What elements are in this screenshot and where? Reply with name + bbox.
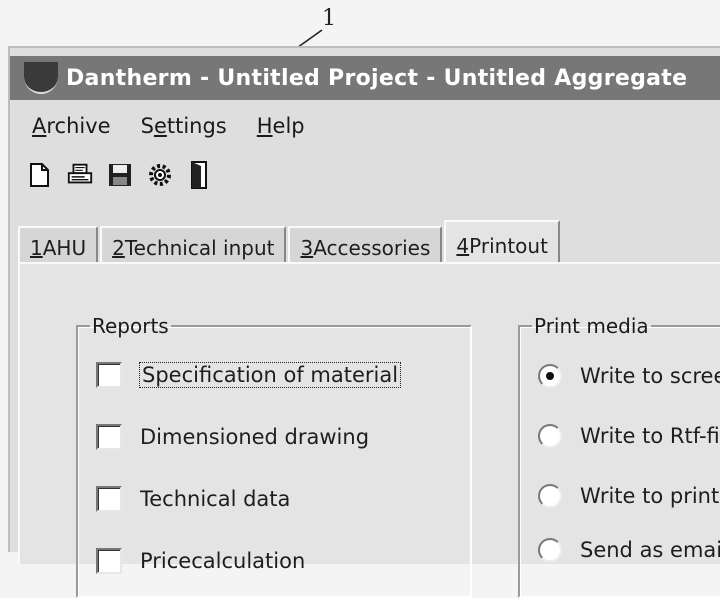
application-window: Dantherm - Untitled Project - Untitled A…: [8, 46, 720, 598]
tab-accessories-label: Accessories: [313, 236, 431, 260]
window-title: Dantherm - Untitled Project - Untitled A…: [66, 65, 688, 91]
tab-accessories-accel: 3: [300, 236, 314, 260]
app-logo-icon: [24, 62, 58, 94]
tab-technical-input-accel: 2: [112, 236, 125, 260]
radio-button[interactable]: [538, 538, 562, 562]
report-option-label: Specification of material: [138, 362, 402, 388]
print-media-option-screen[interactable]: Write to scree: [538, 364, 720, 388]
menu-settings[interactable]: Settings: [141, 114, 227, 138]
save-icon[interactable]: [106, 160, 134, 190]
report-option-drawing[interactable]: Dimensioned drawing: [96, 424, 369, 450]
menu-archive-accel: A: [32, 114, 47, 138]
print-media-option-printer[interactable]: Write to printe: [538, 484, 720, 508]
tab-printout-accel: 4: [456, 234, 470, 258]
report-option-specification[interactable]: Specification of material: [96, 362, 402, 388]
tab-technical-input-label: Technical input: [124, 236, 275, 260]
menu-help-label: elp: [272, 114, 305, 138]
report-option-technical-data[interactable]: Technical data: [96, 486, 290, 512]
print-media-option-email[interactable]: Send as emai: [538, 538, 720, 562]
print-media-option-label: Write to Rtf-fil: [580, 424, 720, 448]
menu-settings-label: ttings: [166, 114, 227, 138]
menu-archive[interactable]: Archive: [32, 114, 111, 138]
report-option-pricecalculation[interactable]: Pricecalculation: [96, 548, 305, 574]
printout-tab-panel: Reports Specification of material Dimens…: [18, 262, 720, 598]
checkbox[interactable]: [96, 486, 122, 512]
title-bar: Dantherm - Untitled Project - Untitled A…: [10, 56, 720, 100]
report-option-label: Pricecalculation: [140, 549, 306, 573]
report-option-label: Dimensioned drawing: [140, 425, 370, 449]
checkbox[interactable]: [96, 548, 122, 574]
print-media-legend: Print media: [534, 314, 649, 338]
menu-settings-accel: e: [153, 114, 167, 138]
radio-button-selected[interactable]: [538, 364, 562, 388]
print-media-option-label: Write to printe: [580, 484, 720, 508]
report-option-label: Technical data: [140, 487, 291, 511]
exit-door-icon[interactable]: [186, 160, 214, 190]
print-media-option-label: Write to scree: [580, 364, 720, 388]
callout-number: 1: [322, 6, 336, 31]
print-media-group: Print media Write to scree Write to Rtf-…: [518, 314, 720, 598]
tab-printout-label: Printout: [469, 234, 548, 258]
menu-help-accel: H: [256, 114, 273, 138]
menu-archive-label: rchive: [46, 114, 111, 138]
tab-ahu-accel: 1: [30, 236, 43, 260]
menu-settings-prefix: S: [140, 114, 154, 138]
checkbox[interactable]: [96, 362, 122, 388]
print-media-option-label: Send as emai: [580, 538, 720, 562]
menu-bar: Archive Settings Help: [10, 108, 313, 144]
reports-group: Reports Specification of material Dimens…: [76, 314, 472, 598]
tab-strip: 1 AHU 2 Technical input 3 Accessories 4 …: [18, 220, 562, 270]
radio-button[interactable]: [538, 424, 562, 448]
print-preview-icon[interactable]: [66, 160, 94, 190]
new-document-icon[interactable]: [26, 160, 54, 190]
print-media-option-rtf[interactable]: Write to Rtf-fil: [538, 424, 720, 448]
settings-gear-icon[interactable]: [146, 160, 174, 190]
checkbox[interactable]: [96, 424, 122, 450]
reports-legend: Reports: [92, 314, 169, 338]
radio-button[interactable]: [538, 484, 562, 508]
tab-ahu-label: AHU: [42, 236, 87, 260]
menu-help[interactable]: Help: [257, 114, 305, 138]
toolbar: [26, 160, 214, 190]
